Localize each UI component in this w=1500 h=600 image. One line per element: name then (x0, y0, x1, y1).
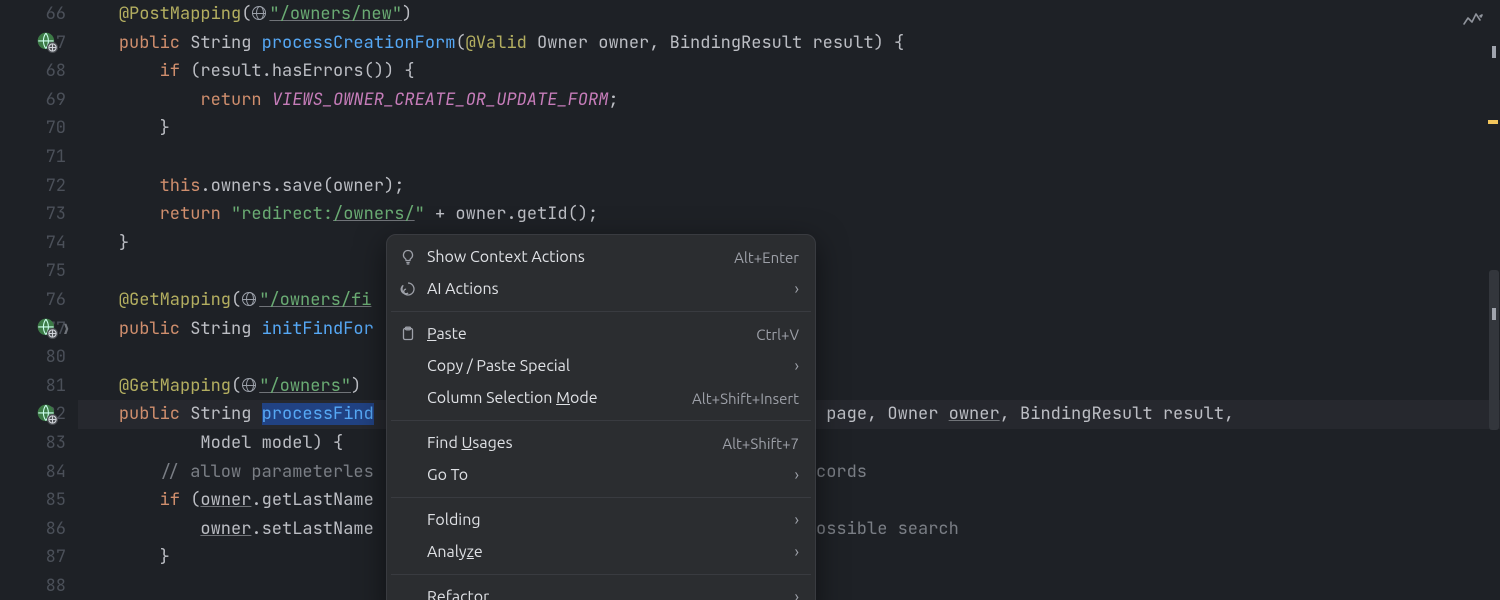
menu-item[interactable]: Analyze › (387, 536, 815, 568)
menu-item-shortcut: Alt+Shift+7 (722, 435, 799, 452)
menu-item[interactable]: Find Usages Alt+Shift+7 (387, 427, 815, 459)
menu-item-shortcut: Alt+Enter (734, 249, 799, 266)
stripe-mark[interactable] (1488, 120, 1498, 124)
stripe-mark[interactable] (1492, 46, 1496, 58)
line-number-gutter: 66 67 68 69 70 71 72 73 74 75 76 77 80 8… (0, 0, 78, 600)
line-number: 72 (0, 172, 66, 201)
code-line[interactable] (78, 143, 1500, 172)
line-number: 85 (0, 486, 66, 515)
menu-separator (391, 311, 811, 312)
menu-item-shortcut: Ctrl+V (756, 326, 799, 343)
globe-icon (242, 378, 256, 392)
code-line[interactable]: public String processCreationForm(@Valid… (78, 29, 1500, 58)
menu-item[interactable]: Copy / Paste Special › (387, 350, 815, 382)
selection: processFind (262, 403, 374, 425)
menu-item[interactable]: Show Context Actions Alt+Enter (387, 241, 815, 273)
code-line[interactable]: return VIEWS_OWNER_CREATE_OR_UPDATE_FORM… (78, 86, 1500, 115)
menu-item-label: Copy / Paste Special (427, 357, 785, 375)
submenu-arrow-icon: › (795, 588, 800, 600)
line-number: 66 (0, 0, 66, 29)
menu-separator (391, 497, 811, 498)
menu-item[interactable]: Column Selection Mode Alt+Shift+Insert (387, 382, 815, 414)
menu-item[interactable]: Folding › (387, 504, 815, 536)
submenu-arrow-icon: › (795, 280, 800, 298)
menu-item-label: Find Usages (427, 434, 712, 452)
line-number: 69 (0, 86, 66, 115)
code-line[interactable]: this.owners.save(owner); (78, 172, 1500, 201)
code-line[interactable]: return "redirect:/owners/" + owner.getId… (78, 200, 1500, 229)
web-endpoint-icon[interactable] (36, 31, 58, 53)
line-number: 76 (0, 286, 66, 315)
paste-icon (399, 326, 417, 342)
line-number: 88 (0, 572, 66, 600)
submenu-arrow-icon: › (795, 357, 800, 375)
menu-separator (391, 420, 811, 421)
web-endpoint-icon[interactable] (36, 317, 58, 339)
line-number: 83 (0, 429, 66, 458)
error-stripe[interactable] (1486, 0, 1500, 600)
line-number: 75 (0, 257, 66, 286)
menu-item-label: Folding (427, 511, 785, 529)
expand-fold-icon[interactable]: ❯ (62, 321, 70, 339)
menu-item[interactable]: Refactor › (387, 581, 815, 600)
code-line[interactable]: } (78, 114, 1500, 143)
bulb-icon (399, 249, 417, 265)
menu-item-label: Analyze (427, 543, 785, 561)
code-line[interactable]: @PostMapping("/owners/new") (78, 0, 1500, 29)
line-number: 74 (0, 229, 66, 258)
line-number: 68 (0, 57, 66, 86)
line-number: 80 (0, 343, 66, 372)
line-number: 81 (0, 372, 66, 401)
menu-item-label: Paste (427, 325, 746, 343)
performance-icon[interactable] (1462, 10, 1484, 38)
scrollbar-thumb[interactable] (1489, 270, 1499, 430)
line-number: 73 (0, 200, 66, 229)
menu-separator (391, 574, 811, 575)
submenu-arrow-icon: › (795, 511, 800, 529)
menu-item[interactable]: AI Actions › (387, 273, 815, 305)
menu-item[interactable]: Paste Ctrl+V (387, 318, 815, 350)
menu-item-label: Show Context Actions (427, 248, 724, 266)
menu-item-label: Go To (427, 466, 785, 484)
line-number: 84 (0, 458, 66, 487)
globe-icon (252, 6, 266, 20)
line-number: 71 (0, 143, 66, 172)
code-line[interactable]: if (result.hasErrors()) { (78, 57, 1500, 86)
submenu-arrow-icon: › (795, 466, 800, 484)
line-number: 87 (0, 543, 66, 572)
context-menu: Show Context Actions Alt+Enter AI Actions ›… (386, 234, 816, 600)
menu-item[interactable]: Go To › (387, 459, 815, 491)
submenu-arrow-icon: › (795, 543, 800, 561)
web-endpoint-icon[interactable] (36, 403, 58, 425)
stripe-mark[interactable] (1492, 308, 1496, 320)
line-number: 70 (0, 114, 66, 143)
line-number: 86 (0, 515, 66, 544)
globe-icon (242, 292, 256, 306)
menu-item-label: Refactor (427, 588, 785, 600)
menu-item-shortcut: Alt+Shift+Insert (692, 390, 799, 407)
menu-item-label: Column Selection Mode (427, 389, 682, 407)
spiral-icon (399, 281, 417, 297)
menu-item-label: AI Actions (427, 280, 785, 298)
